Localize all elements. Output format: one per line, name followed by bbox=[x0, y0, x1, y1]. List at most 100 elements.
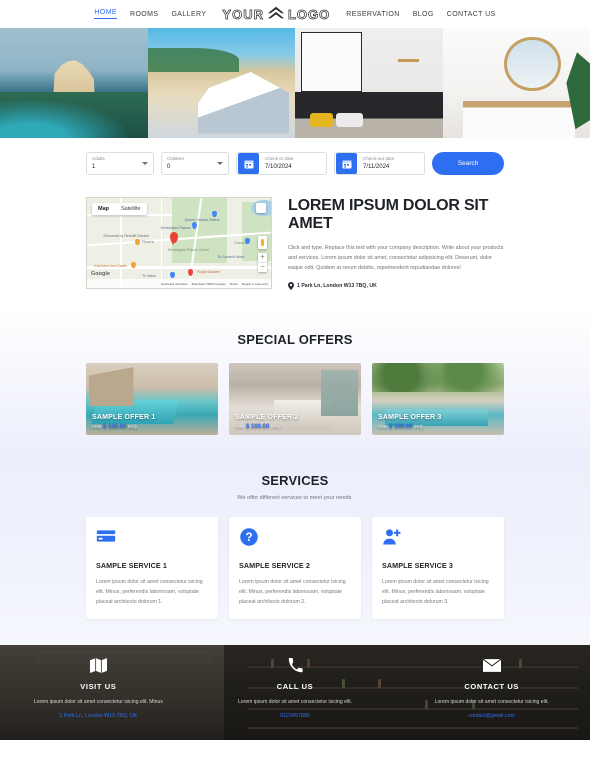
contact-body: Lorem ipsum dolor sit amet consectetur i… bbox=[434, 699, 549, 706]
offer-name: SAMPLE OFFER 3 bbox=[378, 413, 442, 421]
children-label: Children bbox=[167, 156, 185, 162]
map-poi-marker bbox=[134, 238, 140, 245]
checkout-calendar-button[interactable] bbox=[336, 153, 357, 174]
services-title: SERVICES bbox=[261, 472, 329, 488]
offer-price-prefix: now bbox=[92, 423, 102, 430]
nav-item-blog[interactable]: BLOG bbox=[413, 11, 434, 18]
offer-caption: SAMPLE OFFER 2 now $ 100.00 only bbox=[235, 414, 298, 430]
special-offers-section: SPECIAL OFFERS SAMPLE OFFER 1 now $ 100.… bbox=[0, 307, 590, 453]
map-poi-marker bbox=[191, 222, 197, 229]
google-logo: Google bbox=[91, 271, 110, 277]
map-label: Royal Garden bbox=[197, 270, 220, 274]
map-label: Elephant And Castle bbox=[94, 263, 127, 268]
map-terms-link[interactable]: Terms bbox=[229, 282, 237, 286]
map-label: Kensington Palace bbox=[160, 225, 191, 230]
services-subtitle: We offer different services to meet your… bbox=[237, 494, 353, 501]
map-folded-icon bbox=[14, 655, 183, 675]
decor-pillow-yellow bbox=[309, 112, 334, 127]
map-label: Elements by Redcliff Garden bbox=[103, 234, 150, 238]
about-text-block: LOREM IPSUM DOLOR SIT AMET Click and typ… bbox=[288, 197, 504, 290]
contact-columns: VISIT US Lorem ipsum dolor sit amet cons… bbox=[0, 645, 590, 740]
about-section: Map Satellite Queen Victoria Statue Kens… bbox=[86, 191, 504, 290]
nav-item-gallery[interactable]: GALLERY bbox=[171, 11, 206, 18]
offer-price-suffix: only bbox=[270, 423, 281, 430]
map-label: Kensington Palace Green bbox=[167, 247, 209, 252]
hero-image-beach-with-loungers bbox=[147, 28, 295, 138]
map-zoom-controls[interactable]: + − bbox=[258, 253, 267, 272]
decor-pillow-white bbox=[336, 112, 363, 127]
envelope-icon bbox=[407, 655, 576, 675]
chevron-down-icon bbox=[217, 162, 223, 165]
offer-caption: SAMPLE OFFER 1 now $ 100.00 only bbox=[92, 414, 155, 430]
adults-label: Adults bbox=[92, 156, 105, 162]
service-body: Lorem ipsum dolor sit amet consectetur i… bbox=[239, 578, 346, 606]
nav-item-contact-us[interactable]: CONTACT US bbox=[447, 11, 496, 18]
offer-price-prefix: now bbox=[378, 423, 388, 430]
map-zoom-out-button[interactable]: − bbox=[258, 263, 267, 272]
map-data-credit: Map data ©2024 Google bbox=[191, 281, 226, 286]
hero-image-resort-aerial-view bbox=[0, 28, 148, 138]
service-card-2[interactable]: ? SAMPLE SERVICE 2 Lorem ipsum dolor sit… bbox=[229, 516, 361, 620]
map-type-map-button[interactable]: Map bbox=[92, 203, 115, 215]
service-body: Lorem ipsum dolor sit amet consectetur i… bbox=[96, 578, 203, 606]
map-type-satellite-button[interactable]: Satellite bbox=[115, 203, 147, 215]
booking-bar-section: Adults 1 Children 0 Check-in date 7/10/2… bbox=[0, 138, 590, 191]
offer-name: SAMPLE OFFER 2 bbox=[235, 413, 299, 421]
offer-caption: SAMPLE OFFER 3 now $ 100.00 only bbox=[378, 414, 441, 430]
offer-price: now $ 100.00 only bbox=[378, 424, 441, 430]
offer-price-suffix: only bbox=[127, 423, 138, 430]
nav-item-home[interactable]: HOME bbox=[94, 9, 117, 19]
map-fullscreen-icon[interactable] bbox=[256, 203, 266, 213]
special-offers-list: SAMPLE OFFER 1 now $ 100.00 only SAMPLE … bbox=[86, 362, 504, 435]
service-title: SAMPLE SERVICE 2 bbox=[239, 560, 310, 570]
about-title: LOREM IPSUM DOLOR SIT AMET bbox=[288, 197, 489, 233]
checkin-calendar-button[interactable] bbox=[238, 153, 259, 174]
contact-link-address[interactable]: 1 Park Ln, London W13 7BQ, UK bbox=[14, 713, 183, 719]
checkin-date-field[interactable]: Check-in date 7/10/2024 bbox=[236, 152, 327, 175]
location-map[interactable]: Map Satellite Queen Victoria Statue Kens… bbox=[86, 197, 272, 289]
map-label: Tri Maxx bbox=[142, 273, 156, 278]
contact-title: CALL US bbox=[276, 682, 314, 692]
map-label: Queen Victoria Statue bbox=[184, 217, 220, 222]
contact-title: VISIT US bbox=[80, 682, 117, 692]
adults-select[interactable]: Adults 1 bbox=[86, 152, 154, 175]
checkout-label: Check-out date bbox=[363, 156, 395, 162]
map-zoom-in-button[interactable]: + bbox=[258, 253, 267, 263]
children-select[interactable]: Children 0 bbox=[161, 152, 229, 175]
map-type-toggle[interactable]: Map Satellite bbox=[92, 203, 147, 215]
decor-plant-leaf bbox=[566, 52, 590, 130]
chevron-stack-icon bbox=[267, 6, 284, 19]
about-address-row: 1 Park Ln, London W13 7BQ, UK bbox=[288, 281, 504, 290]
offer-price: now $ 100.00 only bbox=[235, 424, 298, 430]
offer-price-prefix: now bbox=[235, 423, 245, 430]
contact-title: CONTACT US bbox=[464, 682, 519, 692]
contact-link-phone[interactable]: 0123457890 bbox=[211, 713, 380, 719]
map-report-error-link[interactable]: Report a map error bbox=[242, 282, 268, 286]
service-card-3[interactable]: SAMPLE SERVICE 3 Lorem ipsum dolor sit a… bbox=[372, 516, 504, 620]
calendar-icon bbox=[342, 160, 351, 168]
checkin-value: 7/10/2024 bbox=[265, 163, 292, 170]
contact-column-visit-us: VISIT US Lorem ipsum dolor sit amet cons… bbox=[0, 655, 197, 740]
map-label: St Govan's Mont bbox=[217, 254, 245, 259]
service-title: SAMPLE SERVICE 3 bbox=[382, 560, 453, 570]
nav-item-reservation[interactable]: RESERVATION bbox=[346, 11, 399, 18]
offer-price-amount: $ 100.00 bbox=[102, 423, 127, 430]
calendar-icon bbox=[244, 160, 253, 168]
nav-item-rooms[interactable]: ROOMS bbox=[130, 11, 158, 18]
site-logo[interactable]: YOUR LOGO bbox=[222, 6, 330, 22]
street-view-pegman-icon[interactable] bbox=[258, 235, 267, 249]
offer-card-1[interactable]: SAMPLE OFFER 1 now $ 100.00 only bbox=[86, 362, 218, 435]
offer-card-3[interactable]: SAMPLE OFFER 3 now $ 100.00 only bbox=[372, 362, 504, 435]
offer-card-2[interactable]: SAMPLE OFFER 2 now $ 100.00 only bbox=[229, 362, 361, 435]
contact-column-contact-us: CONTACT US Lorem ipsum dolor sit amet co… bbox=[393, 655, 590, 740]
nav-left-group: HOME ROOMS GALLERY bbox=[94, 9, 206, 19]
contact-column-call-us: CALL US Lorem ipsum dolor sit amet conse… bbox=[197, 655, 394, 740]
search-button[interactable]: Search bbox=[432, 152, 504, 175]
service-card-1[interactable]: SAMPLE SERVICE 1 Lorem ipsum dolor sit a… bbox=[86, 516, 218, 620]
map-keyboard-shortcuts[interactable]: Keyboard shortcuts bbox=[161, 282, 188, 286]
svg-text:?: ? bbox=[245, 531, 252, 544]
chevron-down-icon bbox=[142, 162, 148, 165]
checkout-date-field[interactable]: Check-out date 7/11/2024 bbox=[334, 152, 425, 175]
contact-link-email[interactable]: contact@gmail.com bbox=[407, 713, 576, 719]
about-address-text: 1 Park Ln, London W13 7BQ, UK bbox=[297, 282, 377, 289]
